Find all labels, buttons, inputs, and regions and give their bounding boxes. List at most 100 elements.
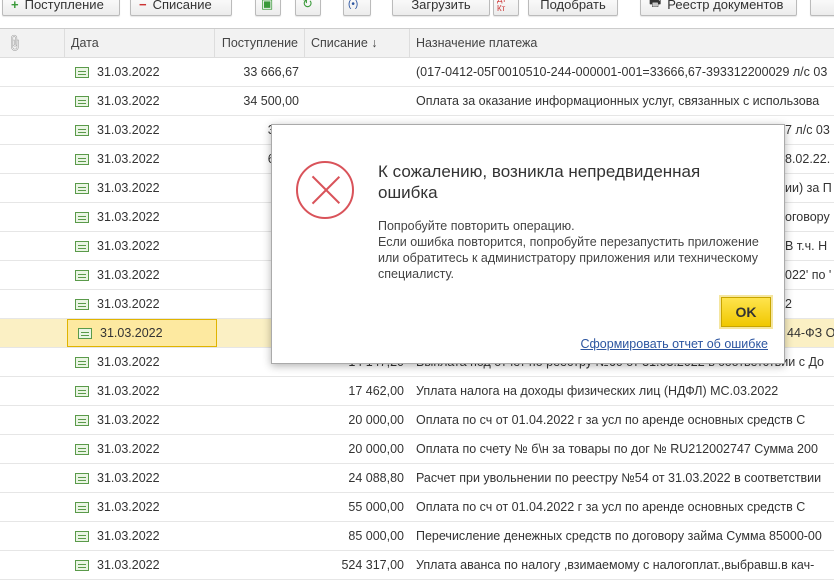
date-text: 31.03.2022 [97, 268, 160, 282]
dt-kt-button[interactable]: Дт Кт [493, 0, 519, 16]
add-income-button[interactable]: + Поступление [2, 0, 120, 16]
date-cell[interactable]: 31.03.2022 [65, 203, 215, 231]
select-button[interactable]: Подобрать [528, 0, 618, 16]
error-message-line2: Если ошибка повторится, попробуйте перез… [378, 235, 759, 281]
attachment-cell [0, 174, 65, 202]
date-cell[interactable]: 31.03.2022 [65, 87, 215, 115]
income-cell: 34 500,00 [243, 94, 299, 108]
column-header-date[interactable]: Дата [65, 29, 215, 57]
date-cell[interactable]: 31.03.2022 [65, 406, 215, 434]
expense-cell: 524 317,00 [341, 558, 404, 572]
date-text: 31.03.2022 [97, 210, 160, 224]
date-text: 31.03.2022 [97, 442, 160, 456]
attachment-cell [0, 464, 65, 492]
printer-icon: 🖶 [649, 0, 662, 9]
purpose-cell: Оплата по сч от 01.04.2022 г за усл по а… [416, 413, 806, 427]
attachment-cell [0, 261, 65, 289]
error-message: Попробуйте повторить операцию. Если ошиб… [378, 218, 778, 282]
date-cell[interactable]: 31.03.2022 [65, 348, 215, 376]
date-cell[interactable]: 31.03.2022 [65, 116, 215, 144]
date-cell[interactable]: 31.03.2022 [65, 377, 215, 405]
column-header-expense[interactable]: Списание ↓ [305, 29, 410, 57]
refresh-button[interactable]: ↻ [295, 0, 321, 16]
bank-document-icon [75, 95, 89, 107]
income-cell: 33 666,67 [243, 65, 299, 79]
date-cell[interactable]: 31.03.2022 [65, 58, 215, 86]
bank-document-icon [78, 327, 92, 339]
table-row[interactable]: 31.03.2022 524 317,00 Уплата аванса по н… [0, 551, 834, 580]
attachment-cell [0, 145, 65, 173]
attachment-cell [0, 377, 65, 405]
table-row[interactable]: 31.03.2022 55 000,00 Оплата по сч от 01.… [0, 493, 834, 522]
attachment-cell [0, 522, 65, 550]
bank-document-icon [75, 182, 89, 194]
expense-cell: 20 000,00 [348, 442, 404, 456]
date-text: 31.03.2022 [97, 355, 160, 369]
purpose-cell: Перечисление денежных средств по договор… [416, 529, 822, 543]
table-row[interactable]: 31.03.2022 33 666,67 (017-0412-05Г001051… [0, 58, 834, 87]
add-expense-button[interactable]: − Списание [130, 0, 232, 16]
bank-document-icon [75, 356, 89, 368]
table-row[interactable]: 31.03.2022 17 462,00 Уплата налога на до… [0, 377, 834, 406]
attachment-cell [0, 493, 65, 521]
expense-cell: 85 000,00 [348, 529, 404, 543]
date-text: 31.03.2022 [97, 181, 160, 195]
date-text: 31.03.2022 [97, 471, 160, 485]
error-icon [296, 161, 354, 219]
table-row[interactable]: 31.03.2022 34 500,00 Оплата за оказание … [0, 87, 834, 116]
date-cell[interactable]: 31.03.2022 [65, 261, 215, 289]
ok-button[interactable]: OK [719, 295, 773, 329]
date-cell[interactable]: 31.03.2022 [65, 522, 215, 550]
exchange-button[interactable]: (•) [343, 0, 371, 16]
date-text: 31.03.2022 [97, 239, 160, 253]
documents-registry-button[interactable]: 🖶 Реестр документов [640, 0, 797, 16]
date-cell[interactable]: 31.03.2022 [65, 290, 215, 318]
column-header-purpose[interactable]: Назначение платежа [410, 29, 834, 57]
date-cell[interactable]: 31.03.2022 [65, 145, 215, 173]
attachment-cell [0, 290, 65, 318]
income-cell [215, 435, 305, 463]
bank-document-icon [75, 124, 89, 136]
date-cell[interactable]: 31.03.2022 [65, 493, 215, 521]
attachment-cell [0, 203, 65, 231]
expense-cell: 17 462,00 [348, 384, 404, 398]
date-text: 31.03.2022 [97, 384, 160, 398]
income-cell [215, 522, 305, 550]
paperclip-icon: 📎︎ [3, 32, 25, 54]
purpose-cell: Расчет при увольнении по реестру №54 от … [416, 471, 822, 485]
date-text: 31.03.2022 [97, 529, 160, 543]
table-row[interactable]: 31.03.2022 20 000,00 Оплата по сч от 01.… [0, 406, 834, 435]
table-row[interactable]: 31.03.2022 24 088,80 Расчет при увольнен… [0, 464, 834, 493]
table-header: 📎︎ Дата Поступление Списание ↓ Назначени… [0, 28, 834, 58]
purpose-cell: (017-0412-05Г0010510-244-000001-001=3366… [416, 65, 828, 79]
date-cell[interactable]: 31.03.2022 [65, 551, 215, 579]
date-cell[interactable]: 31.03.2022 [65, 435, 215, 463]
date-text: 31.03.2022 [97, 65, 160, 79]
income-cell [215, 464, 305, 492]
create-from-button[interactable]: ▣ [255, 0, 281, 16]
more-button[interactable] [810, 0, 834, 16]
bank-document-icon [75, 385, 89, 397]
income-cell [215, 406, 305, 434]
attachment-column-header[interactable]: 📎︎ [0, 29, 65, 57]
purpose-cell: Оплата за оказание информационных услуг,… [416, 94, 820, 108]
attachment-cell [0, 232, 65, 260]
load-button[interactable]: Загрузить [392, 0, 490, 16]
bank-document-icon [75, 414, 89, 426]
bank-document-icon [75, 269, 89, 281]
attachment-cell [0, 87, 65, 115]
table-row[interactable]: 31.03.2022 85 000,00 Перечисление денежн… [0, 522, 834, 551]
date-cell[interactable]: 31.03.2022 [65, 232, 215, 260]
date-cell[interactable]: 31.03.2022 [65, 174, 215, 202]
attachment-cell [0, 406, 65, 434]
purpose-cell: Оплата по счету № б\н за товары по дог №… [416, 442, 818, 456]
attachment-cell [0, 116, 65, 144]
bank-document-icon [75, 211, 89, 223]
bank-document-icon [75, 530, 89, 542]
column-header-income[interactable]: Поступление [215, 29, 305, 57]
date-cell[interactable]: 31.03.2022 [65, 464, 215, 492]
broadcast-icon: (•) [348, 0, 359, 10]
date-cell[interactable]: 31.03.2022 [67, 319, 217, 347]
table-row[interactable]: 31.03.2022 20 000,00 Оплата по счету № б… [0, 435, 834, 464]
error-report-link[interactable]: Сформировать отчет об ошибке [581, 337, 769, 351]
